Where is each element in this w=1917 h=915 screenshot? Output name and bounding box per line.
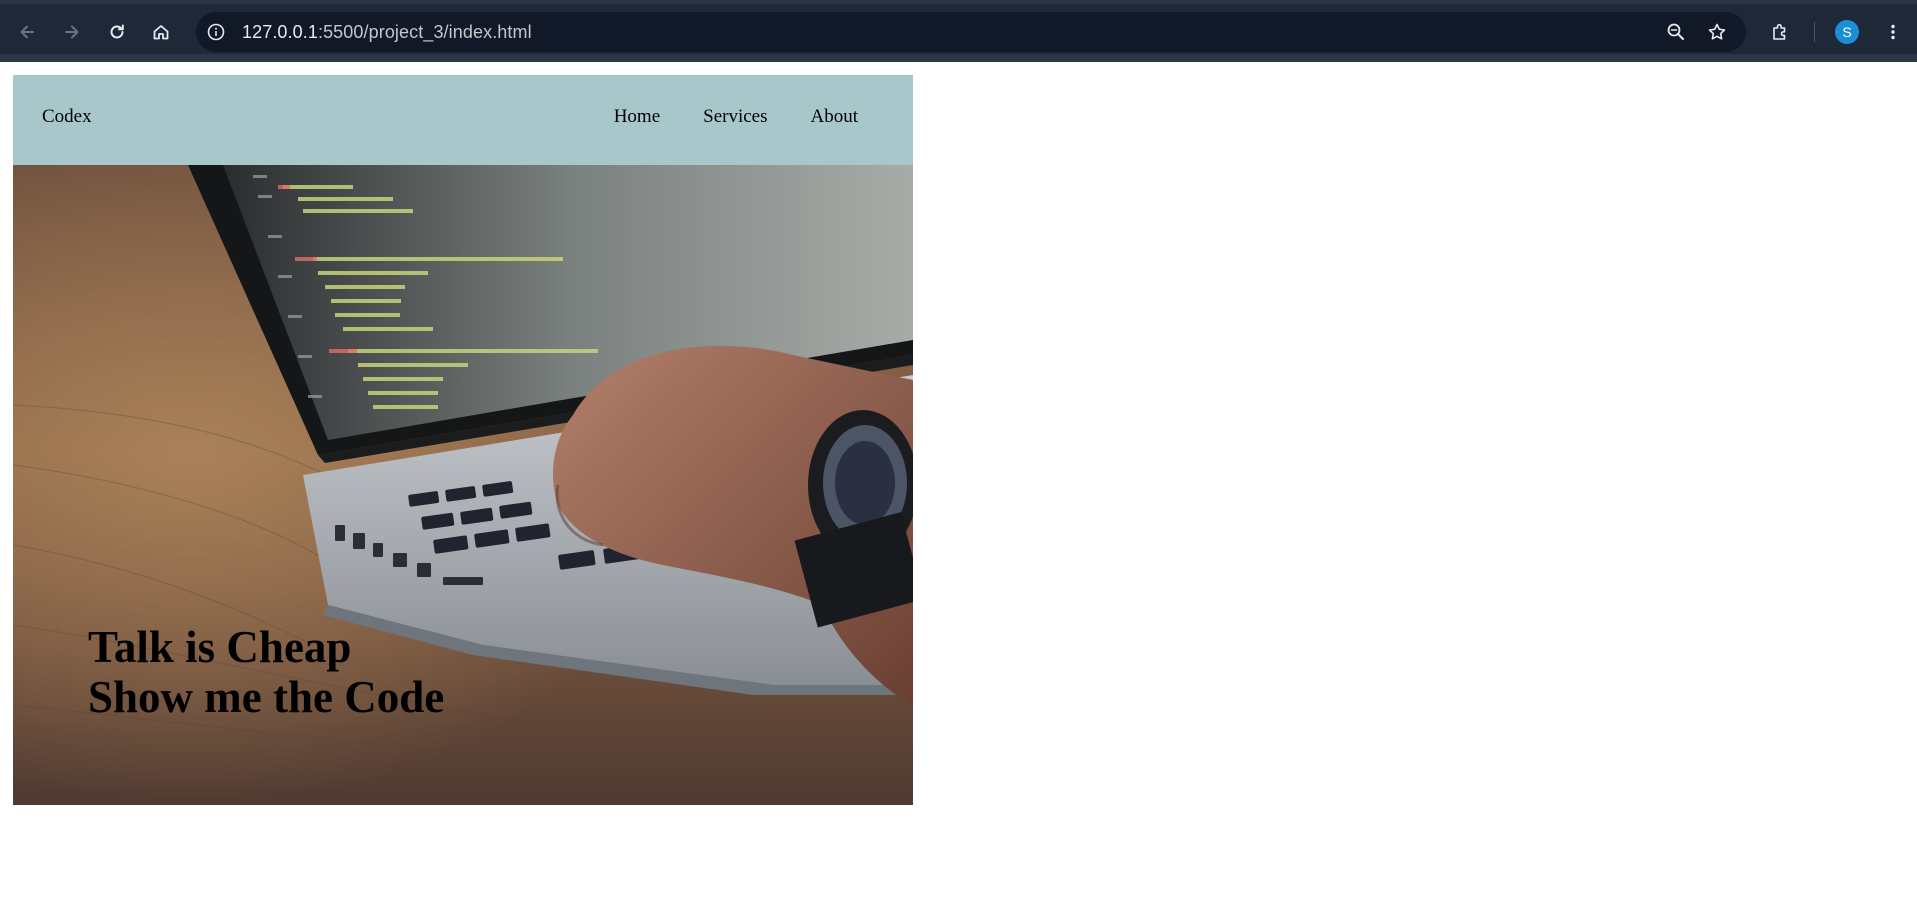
main-nav: Home Services About <box>614 106 858 128</box>
url-text[interactable]: 127.0.0.1:5500/project_3/index.html <box>242 22 532 43</box>
hero-line-2: Show me the Code <box>88 672 445 722</box>
address-bar[interactable]: 127.0.0.1:5500/project_3/index.html <box>196 12 1746 52</box>
menu-kebab-icon <box>1891 24 1895 40</box>
toolbar-bottom-edge <box>0 54 1917 62</box>
bookmark-star-icon <box>1708 23 1726 40</box>
bookmark-button[interactable] <box>1705 20 1729 44</box>
extensions-button[interactable] <box>1764 16 1796 48</box>
zoom-icon <box>1667 23 1684 40</box>
nav-services[interactable]: Services <box>703 106 767 128</box>
toolbar-divider <box>1814 22 1815 42</box>
profile-avatar[interactable]: S <box>1835 20 1859 44</box>
site-info-icon <box>207 23 225 41</box>
url-path: :5500/project_3/index.html <box>317 22 532 42</box>
back-arrow-icon <box>20 25 34 39</box>
zoom-button[interactable] <box>1664 20 1688 44</box>
reload-icon <box>110 24 124 39</box>
browser-menu-button[interactable] <box>1877 16 1909 48</box>
extensions-icon <box>1773 23 1786 40</box>
forward-arrow-icon <box>65 25 79 39</box>
nav-about[interactable]: About <box>811 106 859 128</box>
hero-headline: Talk is Cheap Show me the Code <box>88 622 444 722</box>
back-button[interactable] <box>11 16 43 48</box>
nav-home[interactable]: Home <box>614 106 660 128</box>
home-icon <box>153 25 169 40</box>
site-info-button[interactable] <box>204 20 228 44</box>
browser-toolbar: 127.0.0.1:5500/project_3/index.html S <box>0 0 1917 62</box>
forward-button[interactable] <box>56 16 88 48</box>
site-header: Codex Home Services About <box>13 75 913 165</box>
home-button[interactable] <box>145 16 177 48</box>
hero-line-1: Talk is Cheap <box>88 622 352 672</box>
reload-button[interactable] <box>101 16 133 48</box>
tab-strip-edge <box>0 0 1917 4</box>
web-page: Codex Home Services About Talk is Cheap … <box>13 75 913 805</box>
hero-section: Talk is Cheap Show me the Code <box>13 165 913 805</box>
url-host: 127.0.0.1 <box>242 22 318 42</box>
brand-logo[interactable]: Codex <box>42 106 92 128</box>
